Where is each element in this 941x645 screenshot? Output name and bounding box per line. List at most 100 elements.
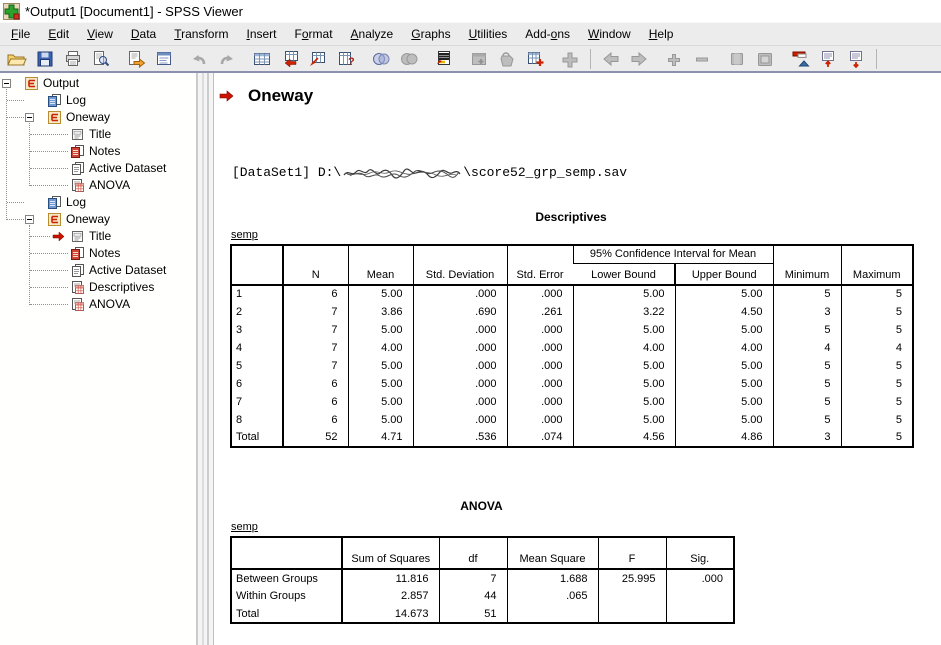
table-icon (70, 297, 85, 312)
data-cell: 6 (283, 393, 348, 411)
tree-item-title[interactable]: Title (0, 126, 196, 143)
menu-graphs[interactable]: Graphs (402, 23, 459, 45)
tree-connector (7, 117, 24, 118)
menu-file[interactable]: File (2, 23, 39, 45)
anova-col-header: Mean Square (507, 537, 598, 569)
row-label: 1 (231, 285, 283, 303)
data-cell: .536 (413, 429, 507, 447)
tree-item-notes[interactable]: Notes (0, 245, 196, 262)
show-output-button (723, 47, 751, 70)
tree-expander-icon[interactable] (25, 113, 34, 122)
descriptives-row: 665.00.000.0005.005.0055 (231, 375, 913, 393)
descriptives-row: 575.00.000.0005.005.0055 (231, 357, 913, 375)
tree-item-log[interactable]: Log (0, 194, 196, 211)
data-cell: 5.00 (348, 321, 413, 339)
menu-analyze[interactable]: Analyze (342, 23, 403, 45)
tree-item-label: Notes (89, 245, 120, 262)
show-all-variables-button (395, 47, 423, 70)
print-button[interactable] (59, 47, 87, 70)
menu-utilities[interactable]: Utilities (460, 23, 517, 45)
insert-cases-button[interactable] (521, 47, 549, 70)
menu-help[interactable]: Help (640, 23, 683, 45)
descriptives-col-header: N (283, 245, 348, 285)
promote-heading-button[interactable] (814, 47, 842, 70)
demote-heading-icon (846, 50, 866, 68)
tree-item-active-dataset[interactable]: Active Dataset (0, 160, 196, 177)
data-cell: 5 (841, 303, 913, 321)
data-cell: 5.00 (573, 321, 675, 339)
variables-button[interactable] (304, 47, 332, 70)
descriptives-table[interactable]: NMeanStd. DeviationStd. Error95% Confide… (230, 244, 914, 448)
tree-item-label: Output (43, 75, 79, 92)
tree-item-label: Log (66, 194, 86, 211)
find-button[interactable]: ? (332, 47, 360, 70)
outline-pane[interactable]: OutputLogOnewayTitleNotesActive DatasetA… (0, 73, 197, 645)
data-cell: .000 (413, 393, 507, 411)
data-cell (598, 605, 666, 623)
data-cell: 5.00 (573, 285, 675, 303)
tree-item-oneway[interactable]: Oneway (0, 109, 196, 126)
data-cell: 5 (841, 411, 913, 429)
data-cell: 5 (841, 321, 913, 339)
pane-splitter[interactable] (197, 73, 214, 645)
tree-item-anova[interactable]: ANOVA (0, 177, 196, 194)
data-cell: 4.56 (573, 429, 675, 447)
open-file-button[interactable] (3, 47, 31, 70)
menu-window[interactable]: Window (579, 23, 640, 45)
title-bar: *Output1 [Document1] - SPSS Viewer (0, 0, 941, 22)
menu-transform[interactable]: Transform (165, 23, 237, 45)
data-cell: 7 (439, 569, 507, 587)
collapse-output-button (688, 47, 716, 70)
data-cell: 3 (773, 303, 841, 321)
goto-case-button[interactable] (276, 47, 304, 70)
menu-format[interactable]: Format (286, 23, 342, 45)
tree-item-anova[interactable]: ANOVA (0, 296, 196, 313)
goto-case-icon (280, 50, 300, 68)
tree-expander-icon[interactable] (2, 79, 11, 88)
output-pane[interactable]: Oneway [DataSet1] D:\\score52_grp_semp.s… (214, 73, 941, 645)
demote-heading-button[interactable] (842, 47, 870, 70)
anova-table[interactable]: Sum of SquaresdfMean SquareFSig.Between … (230, 536, 735, 624)
tree-item-notes[interactable]: Notes (0, 143, 196, 160)
tree-item-oneway[interactable]: Oneway (0, 211, 196, 228)
tree-item-active-dataset[interactable]: Active Dataset (0, 262, 196, 279)
use-variable-sets-icon (371, 50, 391, 68)
anova-col-header: Sum of Squares (342, 537, 439, 569)
data-cell: 3.22 (573, 303, 675, 321)
menu-add-ons[interactable]: Add-ons (516, 23, 579, 45)
data-cell: 4.00 (573, 339, 675, 357)
data-cell: 11.816 (342, 569, 439, 587)
tree-item-label: Log (66, 92, 86, 109)
data-cell: 4.71 (348, 429, 413, 447)
data-cell: .000 (507, 375, 573, 393)
data-cell: .000 (507, 393, 573, 411)
tree-expander-icon[interactable] (25, 215, 34, 224)
data-cell: 6 (283, 411, 348, 429)
goto-data-icon (252, 50, 272, 68)
tree-connector (7, 100, 24, 101)
menu-edit[interactable]: Edit (39, 23, 78, 45)
goto-data-button[interactable] (248, 47, 276, 70)
data-cell (666, 587, 734, 605)
export-output-button[interactable] (122, 47, 150, 70)
menu-data[interactable]: Data (122, 23, 165, 45)
tree-item-descriptives[interactable]: Descriptives (0, 279, 196, 296)
tree-item-log[interactable]: Log (0, 92, 196, 109)
row-label: 4 (231, 339, 283, 357)
print-preview-icon (91, 50, 111, 68)
use-variable-sets-button[interactable] (367, 47, 395, 70)
menu-view[interactable]: View (78, 23, 122, 45)
open-file-icon (7, 50, 27, 68)
expand-output-icon (664, 50, 684, 68)
tree-item-title[interactable]: Title (0, 228, 196, 245)
print-preview-button[interactable] (87, 47, 115, 70)
goto-designated-button (493, 47, 521, 70)
tree-connector (30, 270, 68, 271)
data-cell: 7 (283, 321, 348, 339)
save-file-button[interactable] (31, 47, 59, 70)
run-script-button[interactable] (430, 47, 458, 70)
recall-dialogs-button[interactable] (150, 47, 178, 70)
show-hide-results-button[interactable] (786, 47, 814, 70)
tree-item-output[interactable]: Output (0, 75, 196, 92)
menu-insert[interactable]: Insert (237, 23, 285, 45)
